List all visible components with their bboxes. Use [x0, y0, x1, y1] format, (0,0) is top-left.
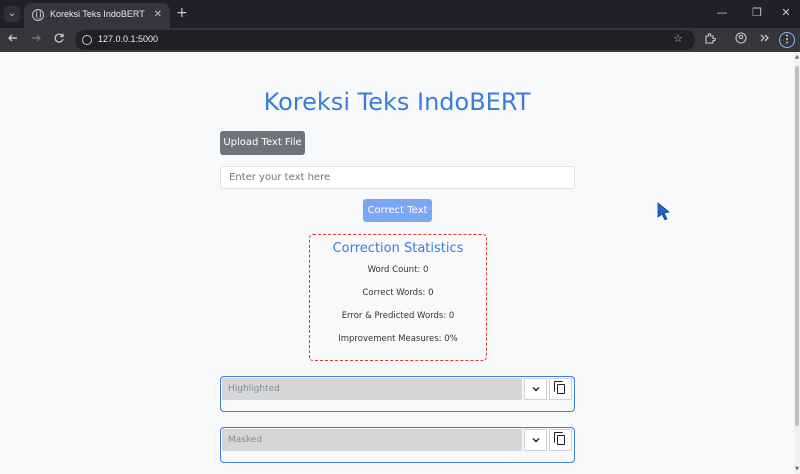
arrow-left-icon	[8, 34, 17, 42]
more-tools-button[interactable]	[757, 32, 773, 48]
correct-words: Correct Words: 0	[362, 288, 434, 298]
back-button[interactable]	[5, 32, 21, 48]
highlighted-dropdown-button[interactable]	[524, 378, 547, 400]
double-chevron-icon	[760, 34, 769, 42]
tab-title: Koreksi Teks IndoBERT	[50, 9, 145, 19]
highlighted-panel: Highlighted	[220, 376, 575, 412]
masked-panel: Masked	[220, 427, 575, 463]
correct-text-button[interactable]: Correct Text	[363, 199, 432, 222]
profile-icon	[735, 32, 747, 44]
close-window-button[interactable]: ✕	[778, 5, 794, 21]
reload-icon	[54, 33, 64, 43]
page-title: Koreksi Teks IndoBERT	[263, 88, 531, 116]
browser-toolbar: 127.0.0.1:5000 ☆	[0, 28, 800, 52]
stats-title: Correction Statistics	[332, 241, 464, 256]
copy-icon	[554, 381, 565, 394]
menu-button[interactable]	[779, 32, 795, 48]
forward-button[interactable]	[28, 32, 44, 48]
url-text: 127.0.0.1:5000	[98, 34, 159, 44]
profile-button[interactable]	[733, 32, 749, 48]
mouse-cursor-icon	[657, 202, 670, 220]
chevron-down-icon	[532, 438, 539, 443]
scroll-down-icon[interactable]: ▼	[794, 466, 800, 472]
site-info-icon[interactable]	[82, 35, 92, 45]
browser-tab[interactable]: Koreksi Teks IndoBERT ✕	[24, 3, 170, 28]
text-input[interactable]: Enter your text here	[220, 166, 575, 189]
page-viewport: Koreksi Teks IndoBERT Upload Text File E…	[0, 52, 794, 474]
scroll-thumb[interactable]	[795, 66, 799, 426]
tab-close-button[interactable]: ✕	[154, 8, 162, 22]
arrow-right-icon	[32, 34, 41, 42]
improvement-measures: Improvement Measures: 0%	[338, 334, 458, 344]
word-count: Word Count: 0	[367, 265, 429, 275]
star-icon[interactable]: ☆	[673, 32, 683, 45]
highlighted-output[interactable]: Highlighted	[222, 378, 522, 400]
vertical-scrollbar[interactable]: ▲ ▼	[794, 52, 800, 474]
minimize-button[interactable]: —	[714, 5, 730, 21]
masked-dropdown-button[interactable]	[524, 429, 547, 451]
restore-button[interactable]: ❐	[749, 5, 765, 21]
masked-output[interactable]: Masked	[222, 429, 522, 451]
chevron-down-icon	[532, 387, 539, 392]
tab-search-button[interactable]: ⌄	[4, 6, 20, 22]
masked-copy-button[interactable]	[549, 429, 572, 451]
highlighted-copy-button[interactable]	[549, 378, 572, 400]
correction-statistics-box: Correction Statistics Word Count: 0 Corr…	[309, 234, 487, 361]
kebab-icon	[786, 34, 788, 44]
copy-icon	[554, 432, 565, 445]
reload-button[interactable]	[51, 32, 67, 48]
scroll-up-icon[interactable]: ▲	[794, 54, 800, 60]
extensions-button[interactable]	[702, 32, 718, 48]
puzzle-icon	[705, 32, 717, 44]
tab-strip: ⌄ Koreksi Teks IndoBERT ✕ + — ❐ ✕	[0, 0, 800, 28]
error-predicted-words: Error & Predicted Words: 0	[341, 311, 455, 321]
address-bar[interactable]: 127.0.0.1:5000 ☆	[75, 30, 695, 50]
globe-icon	[32, 9, 44, 21]
upload-text-file-button[interactable]: Upload Text File	[220, 131, 305, 155]
new-tab-button[interactable]: +	[176, 5, 188, 21]
